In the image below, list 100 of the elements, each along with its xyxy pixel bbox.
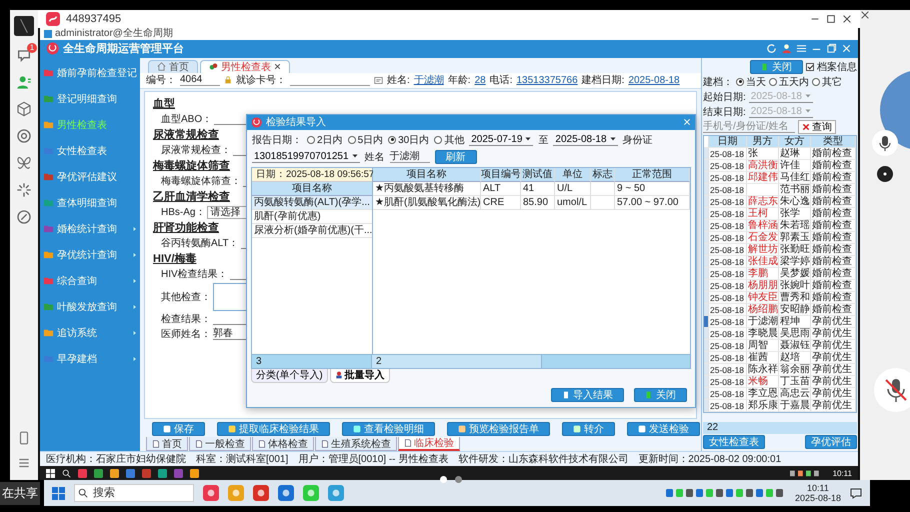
table-cell: 张勤旺 bbox=[779, 244, 811, 256]
table-cell: 25-08-18 bbox=[709, 184, 747, 196]
table-cell: 25-08-18 bbox=[709, 196, 747, 208]
close-button[interactable]: 关闭 bbox=[750, 60, 803, 74]
tab[interactable]: 首页 bbox=[148, 60, 198, 73]
table-cell: 25-08-18 bbox=[709, 328, 747, 340]
tab[interactable]: 生殖系统检查 bbox=[315, 437, 397, 451]
action-button[interactable]: 预览检验报告单 bbox=[447, 422, 550, 436]
table-cell: 周智 bbox=[747, 340, 779, 352]
list-row[interactable]: 丙氨酸转氨酶(ALT)(孕学... bbox=[252, 196, 372, 210]
table-cell: 张学 bbox=[779, 208, 811, 220]
sidebar-item[interactable]: 综合查询 bbox=[40, 268, 140, 294]
table-cell: 鲁梓涵 bbox=[747, 220, 779, 232]
table-cell: 孕前优生 bbox=[811, 376, 856, 388]
tab[interactable]: 临床检验 bbox=[398, 437, 460, 451]
tab[interactable]: 一般检查 bbox=[189, 437, 251, 451]
sidebar-item[interactable]: 男性检查表 bbox=[40, 112, 140, 138]
search-button[interactable]: 查询 bbox=[798, 120, 836, 134]
clock-time: 10:11 bbox=[832, 468, 852, 478]
search-field[interactable]: 手机号/身份证/姓名 bbox=[703, 120, 795, 134]
sidebar-item[interactable]: 登记明细查询 bbox=[40, 86, 140, 112]
window-title: 448937495 bbox=[66, 13, 122, 25]
table-cell: 25-08-18 bbox=[709, 256, 747, 268]
table-cell: ★肌酐(肌氨酸氧化酶法) bbox=[373, 196, 481, 210]
action-button[interactable]: 提取临床检验结果 bbox=[217, 422, 330, 436]
table-cell: 婚前检查 bbox=[811, 160, 856, 172]
field-value: 于滤潮 bbox=[414, 74, 444, 88]
table-cell: 25-08-18 bbox=[709, 376, 747, 388]
action-button[interactable]: 查看检验明细 bbox=[342, 422, 435, 436]
table-cell: 丁玉苗 bbox=[779, 376, 811, 388]
tab[interactable]: 批量导入 bbox=[330, 368, 390, 383]
sidebar-item[interactable]: 孕优统计查询 bbox=[40, 242, 140, 268]
field-label: 报告日期： bbox=[252, 134, 302, 147]
status-text: 软件研发：山东森科软件技术有限公司 bbox=[458, 452, 628, 466]
column-header: 测试值 bbox=[521, 168, 555, 182]
status-text: 用户：管理员[0010] -- 男性检查表 bbox=[298, 452, 448, 466]
table-cell: 崔茜 bbox=[747, 352, 779, 364]
field-label: 其他检查： bbox=[161, 290, 211, 304]
dialog-button[interactable]: 关闭 bbox=[634, 388, 687, 402]
action-button[interactable]: 保存 bbox=[152, 422, 205, 436]
table-cell: 王柯 bbox=[747, 208, 779, 220]
tab[interactable]: 分类(单个导入) bbox=[251, 368, 328, 383]
tab[interactable]: 男性检查表 bbox=[200, 60, 290, 73]
name-field[interactable]: 于滤潮 bbox=[390, 150, 430, 163]
dialog-button[interactable]: 导入结果 bbox=[551, 388, 624, 402]
refresh-button[interactable]: 刷新 bbox=[434, 150, 477, 164]
status-text: 更新时间：2025-08-02 09:00:01 bbox=[638, 452, 782, 466]
sidebar-item[interactable]: 婚前孕前检查登记 bbox=[40, 60, 140, 86]
table-cell: 25-08-18 bbox=[709, 208, 747, 220]
table-cell: 婚前检查 bbox=[811, 172, 856, 184]
field-label: 医师姓名： bbox=[161, 328, 211, 342]
radio-label: 其它 bbox=[822, 76, 842, 89]
date-field[interactable]: 2025-07-19 bbox=[469, 134, 534, 146]
table-cell: 婚前检查 bbox=[811, 148, 856, 160]
table-cell: 57.00 ~ 97.00 bbox=[615, 196, 690, 210]
sidebar-item[interactable]: 孕优评估建议 bbox=[40, 164, 140, 190]
field-label: 起始日期: bbox=[703, 90, 746, 104]
sidebar-item[interactable]: 查体明细查询 bbox=[40, 190, 140, 216]
table-cell: 婚前检查 bbox=[811, 304, 856, 316]
section-title: HIV/梅毒 bbox=[153, 252, 196, 267]
table-cell: 米畅 bbox=[747, 376, 779, 388]
sidebar-item[interactable]: 追访系统 bbox=[40, 320, 140, 346]
field-label: 血型ABO： bbox=[161, 112, 212, 126]
action-button[interactable]: 发送检验 bbox=[627, 422, 700, 436]
table-cell: CRE bbox=[481, 196, 521, 210]
list-row[interactable]: 尿液分析(婚孕前优惠)(干... bbox=[252, 224, 372, 238]
tab[interactable]: 首页 bbox=[146, 437, 188, 451]
id-field[interactable]: 13018519970701251 bbox=[252, 150, 360, 163]
id-field[interactable]: 4064 bbox=[180, 74, 220, 86]
sidebar-item[interactable]: 女性检查表 bbox=[40, 138, 140, 164]
table-cell: 25-08-18 bbox=[709, 388, 747, 400]
tab[interactable]: 体格检查 bbox=[252, 437, 314, 451]
date-field[interactable]: 2025-08-18 bbox=[553, 134, 618, 146]
table-cell: 于滤潮 bbox=[747, 316, 779, 328]
sidebar-item[interactable]: 婚检统计查询 bbox=[40, 216, 140, 242]
field-label: HIV检查结果： bbox=[161, 268, 228, 282]
action-button[interactable]: 转介 bbox=[562, 422, 615, 436]
table-cell: 婚前检查 bbox=[811, 196, 856, 208]
sidebar-item[interactable]: 叶酸发放查询 bbox=[40, 294, 140, 320]
table-cell: 吴梦媛 bbox=[779, 268, 811, 280]
table-cell: 25-08-18 bbox=[709, 400, 747, 412]
table-cell: 孕前优生 bbox=[811, 316, 856, 328]
field-label: 电话: bbox=[490, 74, 512, 88]
panel-button[interactable]: 女性检查表 bbox=[703, 435, 765, 449]
search-field[interactable]: 搜索 bbox=[74, 484, 194, 502]
table-cell: U/L bbox=[555, 182, 591, 196]
field-label: 建档日期: bbox=[582, 74, 624, 88]
table-cell: 张婉叶 bbox=[779, 280, 811, 292]
table-cell: 邱建伟 bbox=[747, 172, 779, 184]
row-count: 22 bbox=[703, 422, 857, 434]
field-value: 13513375766 bbox=[516, 74, 578, 86]
radio-label: 30日内 bbox=[398, 134, 430, 147]
sharing-label: 在共享 bbox=[0, 482, 40, 504]
table-cell: 石金发 bbox=[747, 232, 779, 244]
field-label: 检查结果： bbox=[161, 312, 211, 326]
list-row[interactable]: 肌酐(孕前优惠) bbox=[252, 210, 372, 224]
table-cell: 25-08-18 bbox=[709, 232, 747, 244]
panel-button[interactable]: 孕优评估 bbox=[805, 435, 857, 449]
table-cell: 25-08-18 bbox=[709, 340, 747, 352]
sidebar-item[interactable]: 早孕建档 bbox=[40, 346, 140, 372]
